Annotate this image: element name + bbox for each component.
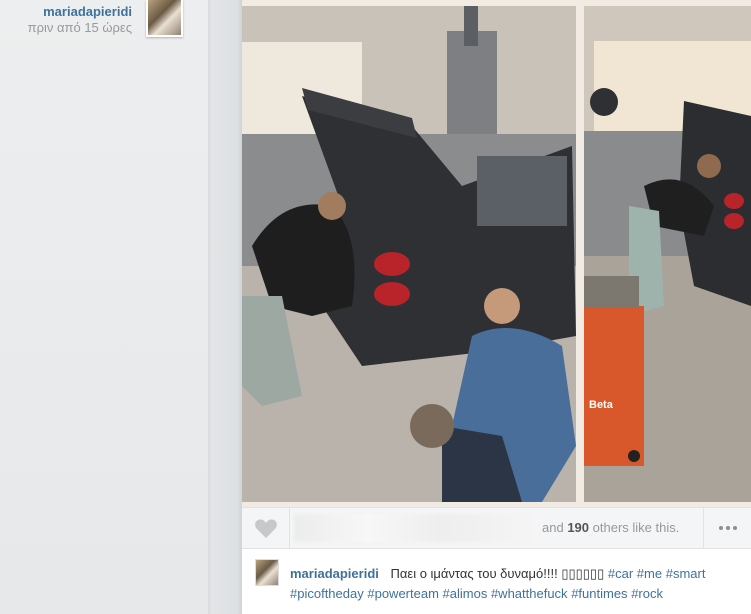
likes-connector: and <box>542 520 564 535</box>
caption-avatar[interactable] <box>256 560 278 585</box>
caption-text: mariadapieridi Παει ο ιμάντας του δυναμό… <box>290 564 745 604</box>
likes-summary[interactable]: and 190 others like this. <box>542 508 679 548</box>
caption-username[interactable]: mariadapieridi <box>290 566 379 581</box>
hashtag-link[interactable]: #funtimes <box>571 586 627 601</box>
hashtag-link[interactable]: #me <box>637 566 662 581</box>
photo-panel-left <box>242 6 576 502</box>
author-username[interactable]: mariadapieridi <box>43 4 132 19</box>
ellipsis-dot <box>725 526 730 530</box>
hashtag-link[interactable]: #car <box>608 566 633 581</box>
column-divider <box>208 0 242 614</box>
ellipsis-dot <box>732 526 737 530</box>
heart-icon <box>254 519 277 538</box>
post-card: Beta and 190 others like this. mariadapi… <box>242 0 751 614</box>
photo-panel-right: Beta <box>584 6 751 502</box>
post-photo[interactable]: Beta <box>242 0 751 507</box>
post-timestamp[interactable]: πριν από 15 ώρες <box>28 20 132 35</box>
hashtag-link[interactable]: #whatthefuck <box>491 586 568 601</box>
caption-body: Παει ο ιμάντας του δυναμό!!!! ▯▯▯▯▯▯ <box>390 566 605 581</box>
hashtag-link[interactable]: #smart <box>666 566 706 581</box>
workshop-scene-right: Beta <box>584 6 751 502</box>
caption-row: mariadapieridi Παει ο ιμάντας του δυναμό… <box>242 549 751 614</box>
hashtag-link[interactable]: #alimos <box>443 586 488 601</box>
hashtag-link[interactable]: #rock <box>631 586 663 601</box>
likes-suffix: others like this. <box>592 520 680 535</box>
author-avatar[interactable] <box>146 0 183 37</box>
author-column: mariadapieridi πριν από 15 ώρες <box>0 0 208 614</box>
hashtag-link[interactable]: #powerteam <box>367 586 439 601</box>
like-button[interactable] <box>242 508 290 548</box>
likes-count: 190 <box>567 520 590 535</box>
workshop-scene-left <box>242 6 576 502</box>
tool-cart-label: Beta <box>589 399 614 411</box>
ellipsis-icon <box>718 526 723 530</box>
hashtag-link[interactable]: #picoftheday <box>290 586 364 601</box>
likers-names-redacted <box>294 514 538 542</box>
likes-bar: and 190 others like this. <box>242 507 751 549</box>
more-options-button[interactable] <box>703 508 751 548</box>
